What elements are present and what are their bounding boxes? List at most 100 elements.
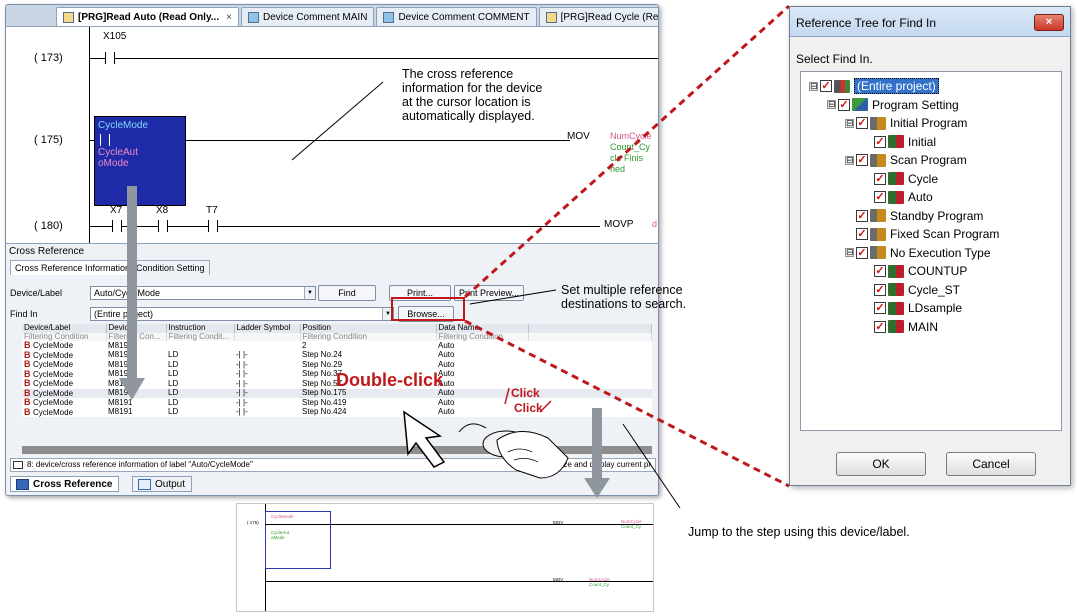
table-row[interactable]: B CycleMode M8191 LD -| |- Step No.419 Auto xyxy=(22,398,652,408)
table-cell: M8191 xyxy=(108,350,133,360)
tree-item[interactable]: ✓ Cycle xyxy=(863,171,938,187)
tree-item[interactable]: ⊟ ✓ Scan Program xyxy=(845,152,967,168)
tree-item[interactable]: ⊟ ✓ No Execution Type xyxy=(845,245,991,261)
table-row[interactable]: B CycleMode M8191 LD -| |- Step No.424 Auto xyxy=(22,408,652,418)
tab-device-comment-main[interactable]: Device Comment MAIN xyxy=(240,7,375,26)
annotation-line: information for the device xyxy=(402,81,543,95)
checkbox[interactable]: ✓ xyxy=(874,135,886,148)
contact-t7[interactable] xyxy=(208,220,218,232)
table-row[interactable]: B CycleMode M8191 LD -| |- Step No.24 Auto xyxy=(22,351,652,361)
filter-cell[interactable]: Filtering Condition xyxy=(436,332,529,342)
contact-cyclemode xyxy=(100,134,110,146)
filter-cell[interactable] xyxy=(234,332,301,342)
cancel-button[interactable]: Cancel xyxy=(946,452,1036,476)
table-row[interactable]: B CycleMode M8191 2 Auto xyxy=(22,341,652,351)
table-cell: B CycleMode xyxy=(22,398,106,408)
column-header[interactable]: Ladder Symbol xyxy=(234,324,301,333)
column-header[interactable]: Position xyxy=(300,324,437,333)
tab-cross-reference-information[interactable]: Cross Reference Information xyxy=(10,260,136,275)
table-cell: -| |- xyxy=(236,369,248,379)
label-reference-icon: B xyxy=(24,360,33,370)
collapse-icon[interactable]: ⊟ xyxy=(845,248,854,257)
contact-x105[interactable] xyxy=(105,52,115,64)
find-button[interactable]: Find xyxy=(318,285,376,301)
tree-item[interactable]: ⊟ ✓ (Entire project) xyxy=(809,78,939,94)
table-cell: M8191 xyxy=(106,388,166,399)
close-icon[interactable]: × xyxy=(226,12,232,23)
left-power-rail xyxy=(89,27,90,243)
device-x7: X7 xyxy=(110,205,123,216)
dialog-title: Reference Tree for Find In xyxy=(796,16,937,30)
checkbox[interactable]: ✓ xyxy=(856,246,868,259)
cell-text: CycleMode xyxy=(33,379,74,389)
tree-item[interactable]: ✓ Fixed Scan Program xyxy=(845,226,999,242)
ladder-cursor[interactable]: CycleMode CycleAut oMode xyxy=(94,116,186,206)
collapse-icon[interactable]: ⊟ xyxy=(845,155,854,165)
tree-item[interactable]: ✓ Cycle_ST xyxy=(863,282,960,298)
tree-item[interactable]: ✓ LDsample xyxy=(863,300,962,316)
checkbox[interactable]: ✓ xyxy=(874,320,886,333)
label-reference-icon: B xyxy=(24,379,33,389)
ok-button[interactable]: OK xyxy=(836,452,926,476)
checkbox[interactable]: ✓ xyxy=(820,80,832,92)
close-icon[interactable]: × xyxy=(1034,14,1064,31)
column-header[interactable]: Device/Label xyxy=(22,324,107,333)
tree-item[interactable]: ⊟ ✓ Program Setting xyxy=(827,97,959,113)
table-cell: -| |- xyxy=(236,360,248,369)
contact-x7[interactable] xyxy=(112,220,122,232)
column-header[interactable]: Instruction xyxy=(166,324,235,333)
column-header[interactable]: Data Name xyxy=(436,324,529,333)
horizontal-scrollbar[interactable] xyxy=(22,446,652,454)
dropdown-arrow-icon[interactable]: ▼ xyxy=(304,287,315,299)
contact-x8[interactable] xyxy=(158,220,168,232)
operand-label: d xyxy=(652,219,658,229)
browse-highlight-frame xyxy=(391,297,465,321)
filter-cell[interactable]: Filtering Condit... xyxy=(166,332,235,342)
filter-cell[interactable]: Filtering Condition xyxy=(300,332,437,342)
collapse-icon[interactable]: ⊟ xyxy=(845,118,854,128)
checkbox[interactable]: ✓ xyxy=(874,283,886,296)
preview-comment: oMode xyxy=(271,535,285,540)
checkbox[interactable]: ✓ xyxy=(874,302,886,314)
cursor-device-name: CycleMode xyxy=(98,120,149,131)
filter-cell[interactable]: Filtering Con... xyxy=(106,332,167,342)
tree-item[interactable]: ✓ COUNTUP xyxy=(863,263,967,279)
tree-item[interactable]: ⊟ ✓ Initial Program xyxy=(845,115,967,131)
table-cell: M8191 xyxy=(108,398,133,407)
collapse-icon[interactable]: ⊟ xyxy=(827,100,836,109)
step-number: ( 173) xyxy=(34,52,63,64)
table-cell: B CycleMode xyxy=(22,370,106,380)
find-in-select[interactable]: (Entire project) ▼ xyxy=(90,307,394,321)
tab-cross-reference-bottom[interactable]: Cross Reference xyxy=(10,476,120,492)
folder-icon xyxy=(870,116,886,130)
ladder-diagram[interactable]: X105 ( 173) ( 175) CycleMode CycleAut oM… xyxy=(6,27,658,243)
tree-item[interactable]: ✓ MAIN xyxy=(863,319,938,335)
tree-item[interactable]: ✓ Auto xyxy=(863,189,933,205)
checkbox[interactable]: ✓ xyxy=(838,98,850,111)
table-cell: Auto xyxy=(438,341,455,350)
table-cell: M8191 xyxy=(108,341,133,350)
checkbox[interactable]: ✓ xyxy=(874,265,886,277)
checkbox[interactable]: ✓ xyxy=(856,228,868,240)
tab-output[interactable]: Output xyxy=(132,476,193,492)
tree-item[interactable]: ✓ Initial xyxy=(863,134,936,150)
device-label-input[interactable]: Auto/CycleMode ▼ xyxy=(90,286,316,300)
tree-item[interactable]: ✓ Standby Program xyxy=(845,208,983,224)
editor-tab-bar: [PRG]Read Auto (Read Only... × Device Co… xyxy=(6,5,658,27)
checkbox[interactable]: ✓ xyxy=(874,172,886,185)
filter-row[interactable]: Filtering Condition Filtering Con... Filte… xyxy=(22,332,652,342)
column-header[interactable]: Device xyxy=(106,324,167,333)
checkbox[interactable]: ✓ xyxy=(856,154,868,166)
filter-cell[interactable]: Filtering Condition xyxy=(22,332,107,342)
checkbox[interactable]: ✓ xyxy=(856,209,868,222)
table-row[interactable]: B CycleMode M8191 LD -| |- Step No.29 Auto xyxy=(22,360,652,370)
checkbox[interactable]: ✓ xyxy=(856,117,868,129)
checkbox[interactable]: ✓ xyxy=(874,191,886,203)
tab-read-auto[interactable]: [PRG]Read Auto (Read Only... × xyxy=(56,7,239,26)
tab-label: Device Comment MAIN xyxy=(262,11,368,23)
reference-tree[interactable]: ⊟ ✓ (Entire project) ⊟ ✓ Program Setting ⊟ ✓ Ini… xyxy=(800,71,1062,431)
tab-condition-setting[interactable]: Condition Setting xyxy=(131,260,210,275)
tab-device-comment-comment[interactable]: Device Comment COMMENT xyxy=(376,7,537,26)
collapse-icon[interactable]: ⊟ xyxy=(809,81,818,91)
tab-read-cycle[interactable]: [PRG]Read Cycle (Read Only) 38 ... xyxy=(538,7,658,26)
